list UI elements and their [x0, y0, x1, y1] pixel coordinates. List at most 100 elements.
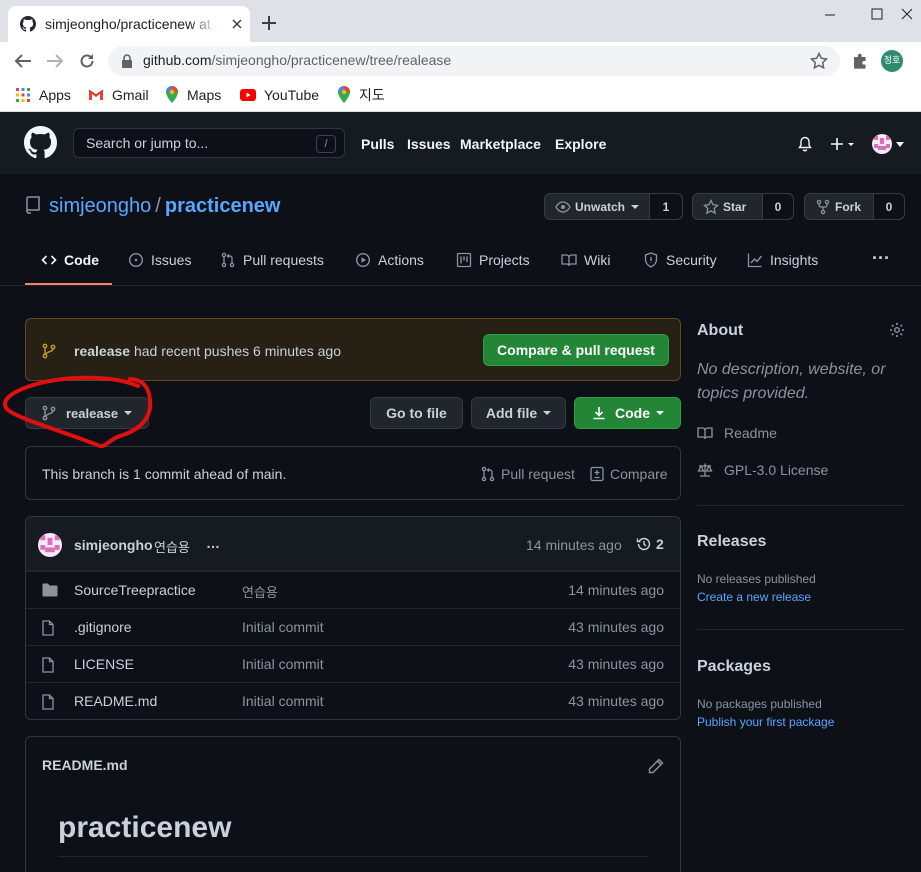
edit-pencil-icon[interactable]	[648, 758, 664, 774]
compare-pull-request-button[interactable]: Compare & pull request	[483, 334, 669, 366]
about-description: No description, website, or topics provi…	[697, 361, 886, 402]
packages-heading[interactable]: Packages	[697, 658, 771, 676]
releases-heading[interactable]: Releases	[697, 533, 766, 551]
eye-icon	[555, 200, 571, 213]
readme-link[interactable]: Readme	[697, 425, 777, 441]
add-file-button[interactable]: Add file	[471, 397, 566, 429]
pull-request-label: Pull request	[501, 466, 575, 482]
tab-label: Code	[64, 252, 99, 268]
browser-toolbar: github.com/simjeongho/practicenew/tree/r…	[0, 42, 921, 80]
github-search-input[interactable]: Search or jump to... /	[73, 128, 345, 158]
tab-title: simjeongho/practicenew at realease	[45, 16, 217, 32]
compare-label: Compare	[610, 466, 668, 482]
commit-author-avatar[interactable]	[38, 533, 62, 557]
search-placeholder: Search or jump to...	[86, 135, 209, 151]
tab-projects[interactable]: Projects	[456, 252, 530, 268]
create-release-link[interactable]: Create a new release	[697, 590, 811, 604]
gear-icon[interactable]	[889, 322, 905, 338]
file-name-link[interactable]: LICENSE	[74, 656, 134, 672]
commit-author-link[interactable]: simjeongho	[74, 537, 153, 553]
unwatch-button[interactable]: Unwatch 1	[544, 193, 683, 220]
bookmark-gmail[interactable]: Gmail	[88, 85, 149, 105]
bookmark-label: 지도	[359, 88, 385, 104]
user-avatar[interactable]	[872, 134, 892, 154]
play-circle-icon	[355, 252, 371, 268]
compare-link[interactable]: Compare	[589, 466, 668, 482]
heading-divider	[58, 856, 648, 857]
url-text: github.com/simjeongho/practicenew/tree/r…	[143, 52, 452, 68]
bookmark-maps[interactable]: Maps	[165, 85, 221, 105]
no-releases-text: No releases published	[697, 572, 816, 586]
bookmark-apps[interactable]: Apps	[15, 85, 71, 105]
nav-explore[interactable]: Explore	[555, 136, 606, 152]
branch-icon	[42, 343, 56, 359]
file-name-link[interactable]: README.md	[74, 693, 157, 709]
file-name-link[interactable]: SourceTreepractice	[74, 582, 196, 598]
file-commit-message[interactable]: Initial commit	[242, 656, 324, 672]
pull-request-link[interactable]: Pull request	[480, 466, 575, 482]
pushed-branch-name[interactable]: realease	[74, 343, 130, 359]
address-bar[interactable]: github.com/simjeongho/practicenew/tree/r…	[108, 46, 840, 76]
profile-avatar[interactable]: 정호	[881, 50, 903, 72]
bookmark-youtube[interactable]: YouTube	[240, 85, 319, 105]
user-menu-caret-icon[interactable]	[896, 142, 904, 147]
tab-insights[interactable]: Insights	[747, 252, 818, 268]
file-row: LICENSE Initial commit 43 minutes ago	[26, 645, 680, 682]
file-row: README.md Initial commit 43 minutes ago	[26, 682, 680, 719]
extensions-puzzle-icon[interactable]	[851, 52, 869, 70]
code-download-button[interactable]: Code	[574, 397, 681, 429]
watch-count[interactable]: 1	[649, 194, 682, 219]
file-name-link[interactable]: .gitignore	[74, 619, 132, 635]
bookmark-star-icon[interactable]	[810, 52, 828, 70]
bookmark-korean-maps[interactable]: 지도	[337, 85, 385, 105]
fork-count[interactable]: 0	[873, 194, 904, 219]
tab-pull-requests[interactable]: Pull requests	[220, 252, 324, 268]
new-tab-icon[interactable]	[261, 15, 277, 31]
fork-label-area: Fork	[805, 194, 873, 219]
bookmark-label: Gmail	[112, 87, 149, 103]
tab-issues[interactable]: Issues	[128, 252, 191, 268]
repo-icon	[25, 196, 41, 214]
close-tab-icon[interactable]	[229, 16, 245, 32]
law-scale-icon	[697, 463, 713, 477]
nav-marketplace[interactable]: Marketplace	[460, 136, 541, 152]
forward-arrow-icon[interactable]	[46, 53, 64, 69]
more-tabs-kebab-icon[interactable]: ···	[872, 248, 890, 269]
back-arrow-icon[interactable]	[14, 53, 32, 69]
publish-package-link[interactable]: Publish your first package	[697, 715, 834, 729]
reload-icon[interactable]	[79, 53, 95, 69]
file-commit-message[interactable]: Initial commit	[242, 693, 324, 709]
file-commit-message[interactable]: Initial commit	[242, 619, 324, 635]
create-new-plus-icon[interactable]	[829, 136, 859, 152]
commit-message-link[interactable]: 연습용	[154, 537, 190, 556]
star-button[interactable]: Star 0	[692, 193, 794, 220]
file-commit-time: 14 minutes ago	[568, 582, 664, 598]
tab-security[interactable]: Security	[643, 252, 717, 268]
maximize-icon[interactable]	[869, 6, 885, 22]
minimize-icon[interactable]	[822, 6, 838, 22]
nav-issues[interactable]: Issues	[407, 136, 451, 152]
branch-selector-button[interactable]: realease	[25, 397, 149, 429]
file-commit-message[interactable]: 연습용	[242, 582, 278, 601]
file-row: .gitignore Initial commit 43 minutes ago	[26, 608, 680, 645]
fork-button[interactable]: Fork 0	[804, 193, 905, 220]
repo-name-link[interactable]: practicenew	[165, 195, 281, 217]
commit-expand-ellipsis[interactable]: …	[206, 535, 220, 551]
tab-actions[interactable]: Actions	[355, 252, 424, 268]
shield-icon	[644, 252, 658, 268]
pull-request-icon	[481, 466, 495, 482]
license-link[interactable]: GPL-3.0 License	[697, 462, 828, 478]
tab-code[interactable]: Code	[41, 252, 99, 268]
notifications-bell-icon[interactable]	[797, 136, 813, 152]
tab-wiki[interactable]: Wiki	[561, 252, 610, 268]
commit-history-link[interactable]: 2	[636, 536, 664, 552]
repo-owner-link[interactable]: simjeongho	[49, 195, 151, 217]
browser-tab[interactable]: simjeongho/practicenew at realease	[8, 6, 250, 42]
star-count[interactable]: 0	[762, 194, 793, 219]
github-logo-icon[interactable]	[24, 126, 57, 159]
nav-pulls[interactable]: Pulls	[361, 136, 394, 152]
repo-breadcrumb: simjeongho / practicenew	[49, 195, 280, 218]
go-to-file-button[interactable]: Go to file	[370, 397, 463, 429]
window-close-icon[interactable]	[899, 6, 915, 22]
project-board-icon	[456, 252, 472, 268]
